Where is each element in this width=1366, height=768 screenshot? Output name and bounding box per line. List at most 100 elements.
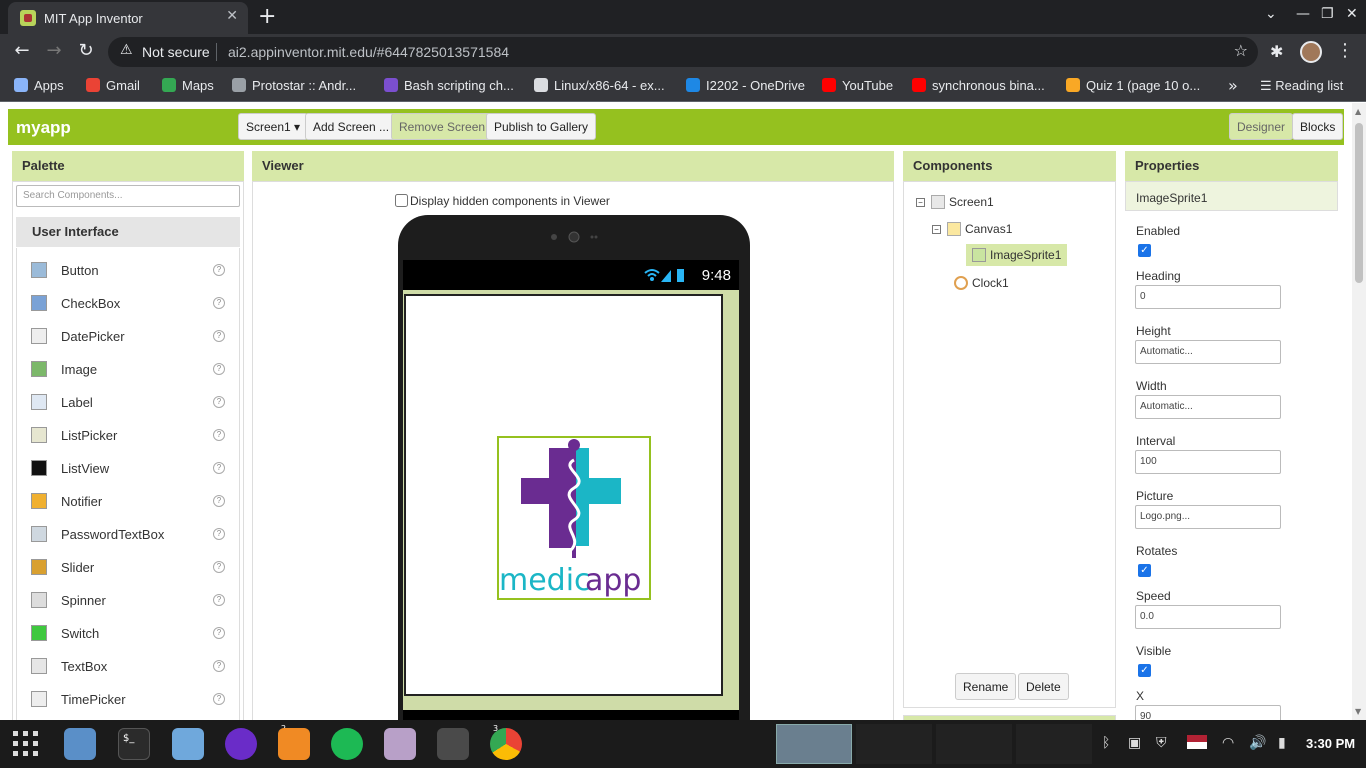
blocks-button[interactable]: Blocks [1292, 113, 1344, 140]
tree-item-imagesprite1[interactable]: ImageSprite1 [966, 244, 1068, 266]
restore-icon[interactable]: ❐ [1321, 6, 1334, 22]
tree-item-screen1[interactable]: − Screen1 [916, 195, 994, 209]
remove-screen-button[interactable]: Remove Screen [391, 113, 494, 140]
palette-item-passwordtextbox[interactable]: PasswordTextBox? [17, 518, 239, 551]
display-hidden-checkbox[interactable]: Display hidden components in Viewer [395, 194, 610, 208]
sublime-text-icon[interactable] [437, 728, 469, 760]
add-screen-button[interactable]: Add Screen ... [305, 113, 398, 140]
help-icon[interactable]: ? [213, 528, 225, 540]
tor-browser-icon[interactable] [225, 728, 257, 760]
palette-item-checkbox[interactable]: CheckBox? [17, 287, 239, 320]
prop-picture-input[interactable]: Logo.png... [1135, 505, 1281, 529]
firefox-icon[interactable] [278, 728, 310, 760]
files-folder-icon[interactable] [172, 728, 204, 760]
system-clock[interactable]: 3:30 PM [1306, 736, 1355, 751]
scroll-down-icon[interactable]: ▼ [1355, 707, 1361, 716]
window-close-icon[interactable]: ✕ [1346, 6, 1358, 22]
palette-item-textbox[interactable]: TextBox? [17, 650, 239, 683]
help-icon[interactable]: ? [213, 462, 225, 474]
palette-item-switch[interactable]: Switch? [17, 617, 239, 650]
reload-icon[interactable]: ↻ [74, 40, 98, 61]
address-bar[interactable]: ⚠ Not secure ai2.appinventor.mit.edu/#64… [108, 37, 1258, 67]
palette-item-label[interactable]: Label? [17, 386, 239, 419]
prop-x-input[interactable]: 90 [1135, 705, 1281, 720]
bookmark-linux[interactable]: Linux/x86-64 - ex... [534, 78, 665, 93]
help-icon[interactable]: ? [213, 330, 225, 342]
tree-item-clock1[interactable]: Clock1 [954, 276, 1009, 290]
page-scrollbar[interactable]: ▲ ▼ [1352, 103, 1366, 720]
palette-item-listview[interactable]: ListView? [17, 452, 239, 485]
window-thumbnail[interactable] [856, 724, 932, 764]
url-text[interactable]: ai2.appinventor.mit.edu/#644782501357158… [228, 44, 509, 60]
help-icon[interactable]: ? [213, 561, 225, 573]
bookmark-maps[interactable]: Maps [162, 78, 214, 93]
active-window-thumbnail[interactable] [776, 724, 852, 764]
palette-item-timepicker[interactable]: TimePicker? [17, 683, 239, 716]
palette-item-notifier[interactable]: Notifier? [17, 485, 239, 518]
prop-interval-input[interactable]: 100 [1135, 450, 1281, 474]
prop-enabled-checkbox[interactable]: ✓ [1138, 244, 1151, 257]
designer-button[interactable]: Designer [1229, 113, 1294, 140]
help-icon[interactable]: ? [213, 594, 225, 606]
terminal-icon[interactable]: $_ [118, 728, 150, 760]
app-grid-icon[interactable] [12, 730, 40, 758]
new-tab-icon[interactable]: + [258, 4, 276, 29]
tab-search-icon[interactable]: ⌄ [1265, 6, 1277, 22]
bookmark-onedrive[interactable]: I2202 - OneDrive [686, 78, 805, 93]
prop-rotates-checkbox[interactable]: ✓ [1138, 564, 1151, 577]
help-icon[interactable]: ? [213, 627, 225, 639]
chrome-icon[interactable] [490, 728, 522, 760]
palette-item-listpicker[interactable]: ListPicker? [17, 419, 239, 452]
shield-icon[interactable]: ⛨ [1156, 735, 1167, 751]
prop-speed-input[interactable]: 0.0 [1135, 605, 1281, 629]
imagesprite1-component[interactable]: medic app [497, 436, 651, 600]
tab-close-icon[interactable]: ✕ [226, 8, 238, 24]
prop-height-input[interactable]: Automatic... [1135, 340, 1281, 364]
palette-item-spinner[interactable]: Spinner? [17, 584, 239, 617]
volume-icon[interactable]: 🔊 [1249, 735, 1266, 751]
user-interface-category[interactable]: User Interface [16, 217, 240, 247]
scrollbar-thumb[interactable] [1355, 123, 1363, 283]
warning-icon[interactable]: ⚠ [120, 42, 133, 58]
prop-visible-checkbox[interactable]: ✓ [1138, 664, 1151, 677]
scroll-up-icon[interactable]: ▲ [1355, 107, 1361, 116]
minimize-icon[interactable]: — [1296, 6, 1310, 22]
display-hidden-checkbox-input[interactable] [395, 194, 408, 207]
back-icon[interactable]: ← [10, 40, 34, 61]
us-flag-icon[interactable] [1187, 735, 1207, 749]
palette-item-button[interactable]: Button? [17, 254, 239, 287]
palette-item-image[interactable]: Image? [17, 353, 239, 386]
help-icon[interactable]: ? [213, 363, 225, 375]
publish-gallery-button[interactable]: Publish to Gallery [486, 113, 597, 140]
spotify-icon[interactable] [331, 728, 363, 760]
bookmark-apps[interactable]: Apps [14, 78, 64, 93]
bluetooth-icon[interactable]: ᛒ [1102, 735, 1110, 751]
delete-button[interactable]: Delete [1018, 673, 1069, 700]
forward-icon[interactable]: → [42, 40, 66, 61]
window-thumbnail[interactable] [936, 724, 1012, 764]
help-icon[interactable]: ? [213, 396, 225, 408]
bookmark-youtube[interactable]: YouTube [822, 78, 893, 93]
collapse-icon[interactable]: − [916, 198, 925, 207]
bookmark-star-icon[interactable]: ☆ [1234, 41, 1248, 60]
help-icon[interactable]: ? [213, 297, 225, 309]
help-icon[interactable]: ? [213, 495, 225, 507]
help-icon[interactable]: ? [213, 660, 225, 672]
help-icon[interactable]: ? [213, 429, 225, 441]
tree-item-canvas1[interactable]: − Canvas1 [932, 222, 1012, 236]
browser-tab[interactable]: MIT App Inventor ✕ [8, 2, 248, 34]
prop-width-input[interactable]: Automatic... [1135, 395, 1281, 419]
bookmark-quiz[interactable]: Quiz 1 (page 10 o... [1066, 78, 1200, 93]
bookmarks-overflow-icon[interactable]: » [1228, 76, 1238, 95]
clipboard-icon[interactable]: ▣ [1128, 735, 1141, 751]
help-icon[interactable]: ? [213, 264, 225, 276]
file-manager-icon[interactable] [64, 728, 96, 760]
palette-item-datepicker[interactable]: DatePicker? [17, 320, 239, 353]
palette-item-slider[interactable]: Slider? [17, 551, 239, 584]
screen-select-button[interactable]: Screen1 ▾ [238, 113, 309, 140]
canvas1-component[interactable]: medic app [404, 294, 723, 696]
bookmark-gmail[interactable]: Gmail [86, 78, 140, 93]
bookmark-protostar[interactable]: Protostar :: Andr... [232, 78, 356, 93]
camera-app-icon[interactable] [384, 728, 416, 760]
extensions-icon[interactable]: ✱ [1270, 42, 1283, 61]
